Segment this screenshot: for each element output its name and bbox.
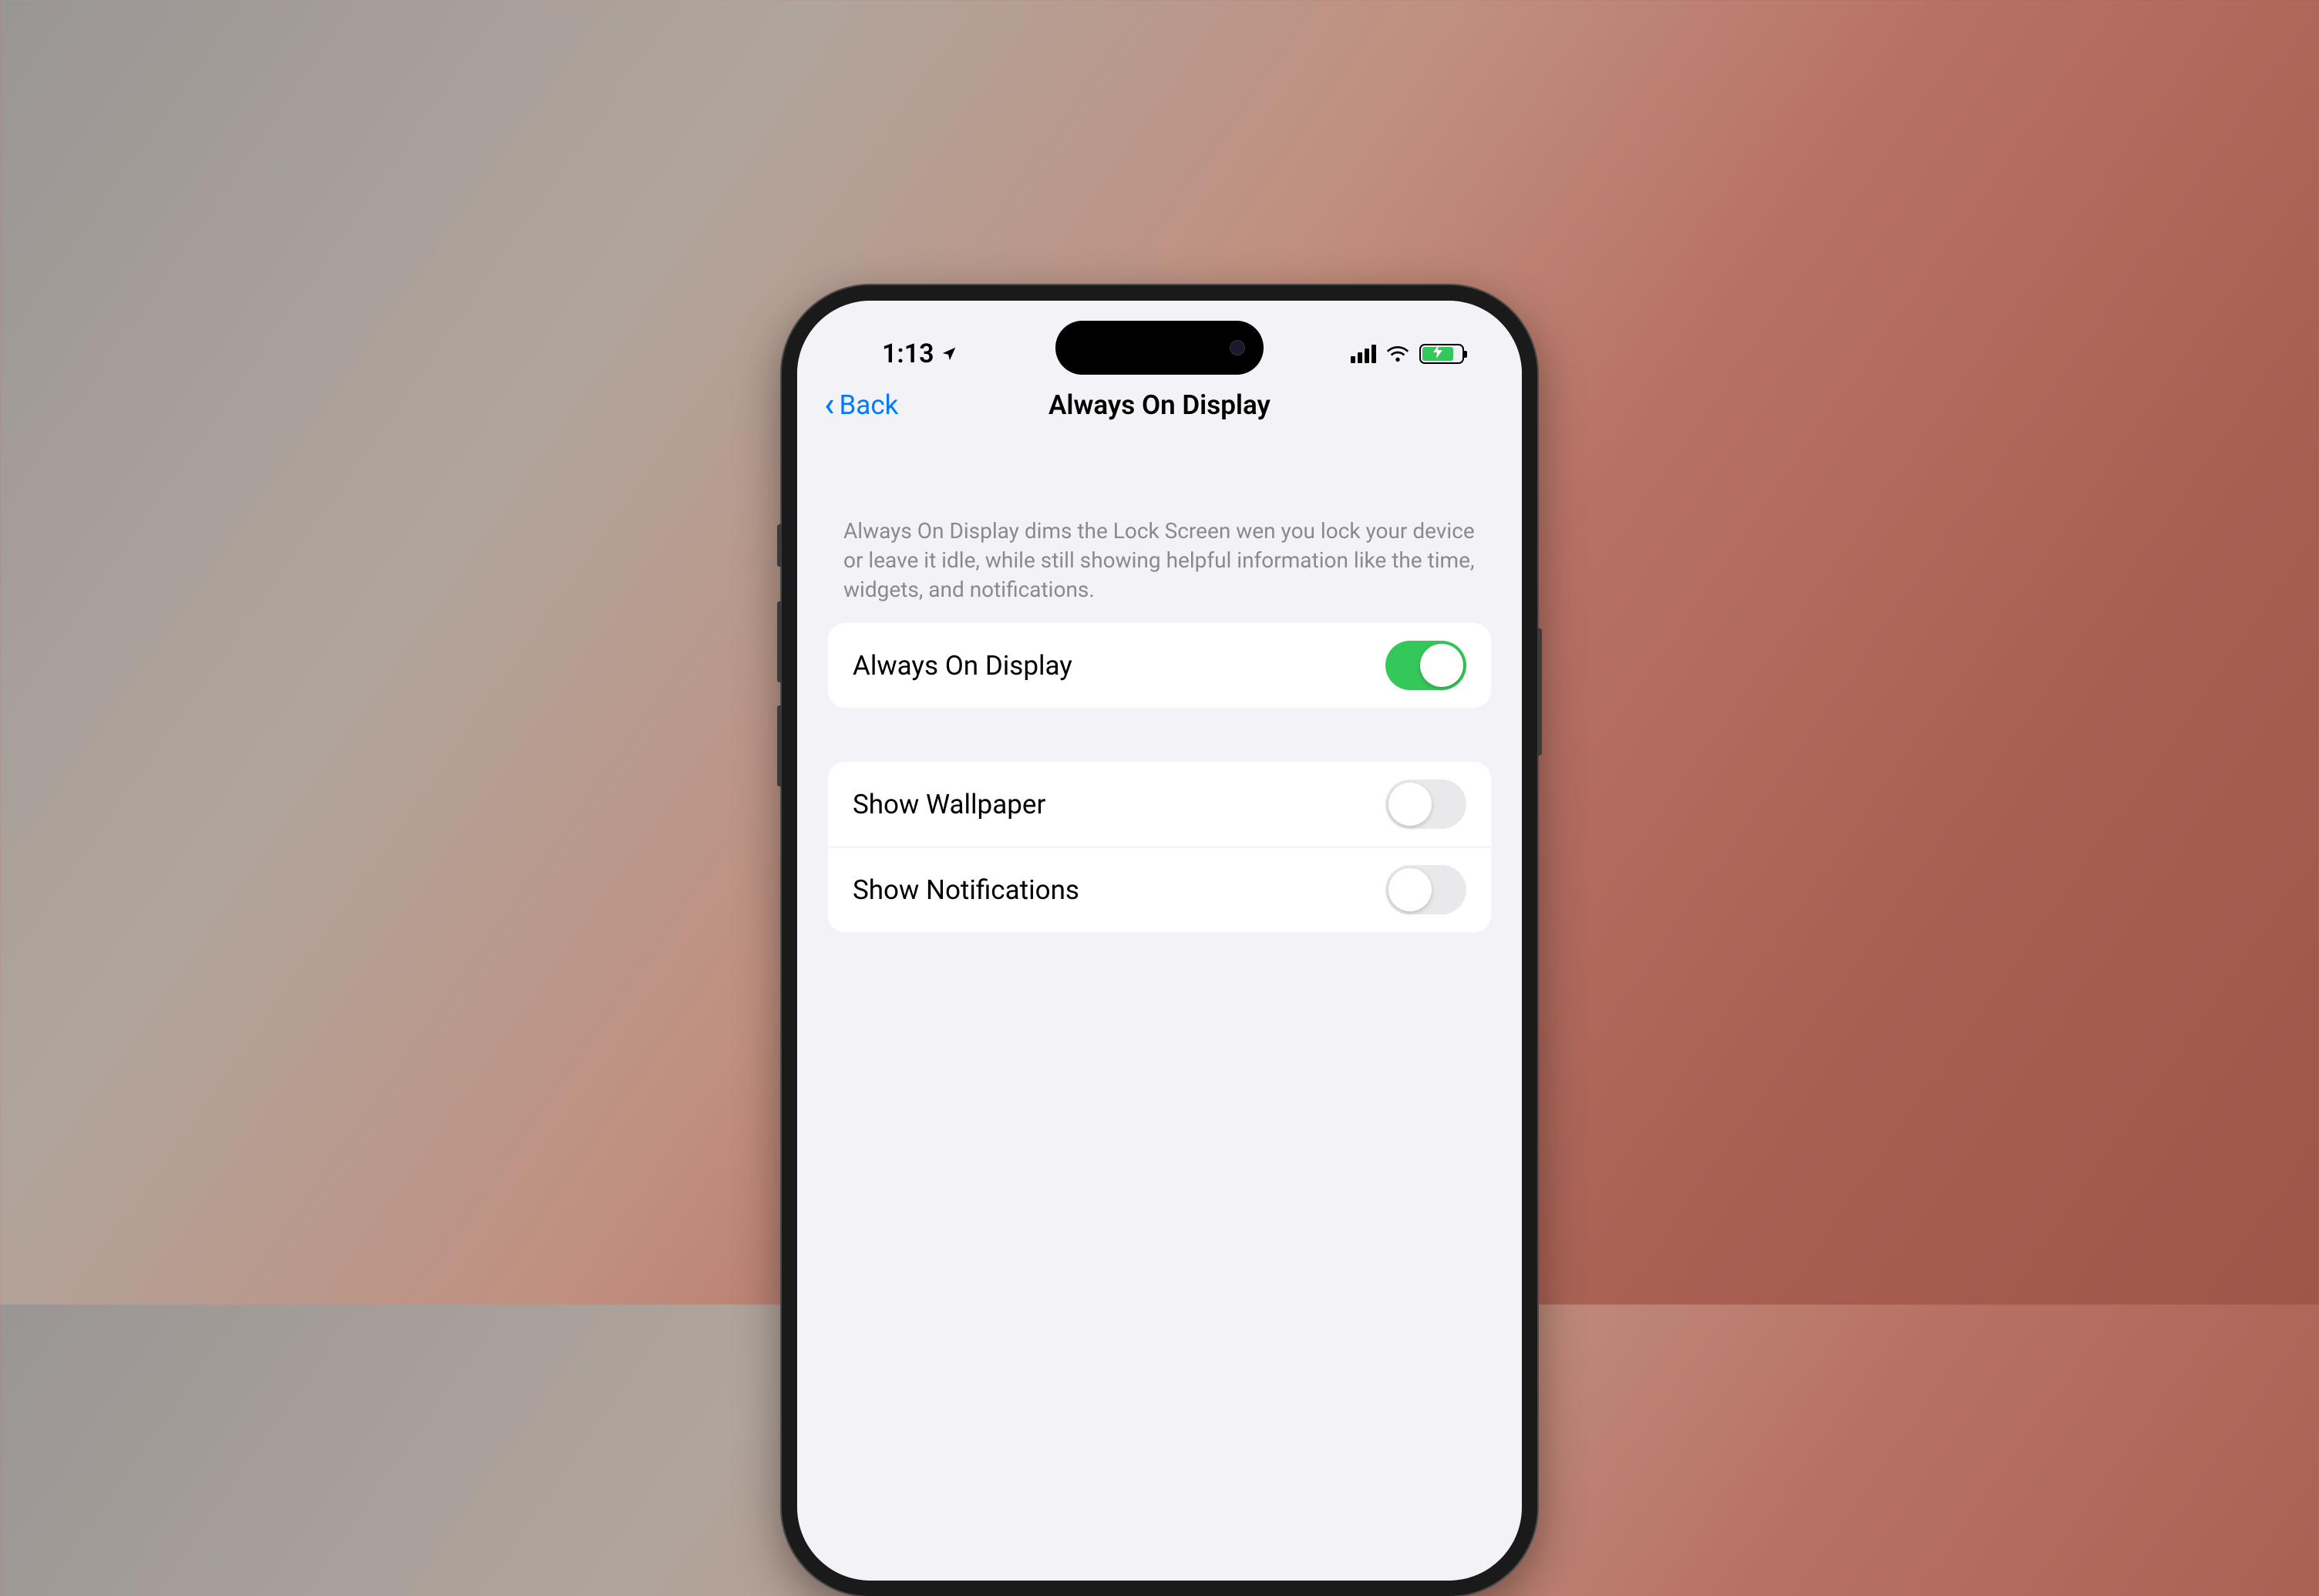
settings-group-options: Show Wallpaper Show Notifications: [828, 762, 1491, 932]
toggle-knob: [1388, 783, 1432, 826]
dynamic-island: [1055, 321, 1264, 375]
cellular-signal-icon: [1351, 345, 1376, 363]
settings-group-main: Always On Display: [828, 623, 1491, 708]
setting-label: Show Wallpaper: [853, 789, 1045, 820]
status-time: 1:13: [882, 338, 934, 369]
chevron-left-icon: ‹: [824, 387, 835, 421]
status-bar-right: [1351, 343, 1483, 365]
front-camera: [1230, 340, 1245, 355]
toggle-knob: [1388, 868, 1432, 911]
volume-up-button: [777, 601, 782, 682]
phone-frame: 1:13: [782, 285, 1537, 1596]
status-bar-left: 1:13: [836, 338, 958, 369]
page-title: Always On Display: [1048, 389, 1271, 421]
mute-switch: [777, 524, 782, 567]
location-icon: [941, 338, 958, 369]
toggle-knob: [1420, 644, 1463, 687]
toggle-show-notifications[interactable]: [1385, 865, 1466, 914]
toggle-always-on-display[interactable]: [1385, 641, 1466, 690]
toggle-show-wallpaper[interactable]: [1385, 779, 1466, 829]
back-button[interactable]: ‹ Back: [824, 389, 898, 421]
volume-down-button: [777, 705, 782, 786]
power-button: [1537, 628, 1542, 756]
setting-label: Always On Display: [853, 650, 1072, 682]
navigation-bar: ‹ Back Always On Display: [797, 382, 1522, 439]
battery-icon: [1419, 344, 1464, 364]
settings-content: Always On Display dims the Lock Screen w…: [797, 439, 1522, 932]
back-label: Back: [840, 389, 899, 421]
phone-screen: 1:13: [797, 301, 1522, 1581]
setting-row-always-on-display: Always On Display: [828, 623, 1491, 708]
setting-row-show-notifications: Show Notifications: [828, 847, 1491, 932]
setting-row-show-wallpaper: Show Wallpaper: [828, 762, 1491, 847]
phone-mockup: 1:13: [778, 285, 1541, 1596]
section-description: Always On Display dims the Lock Screen w…: [828, 517, 1491, 623]
setting-label: Show Notifications: [853, 874, 1079, 906]
charging-bolt-icon: [1433, 345, 1442, 362]
wifi-icon: [1385, 343, 1410, 365]
